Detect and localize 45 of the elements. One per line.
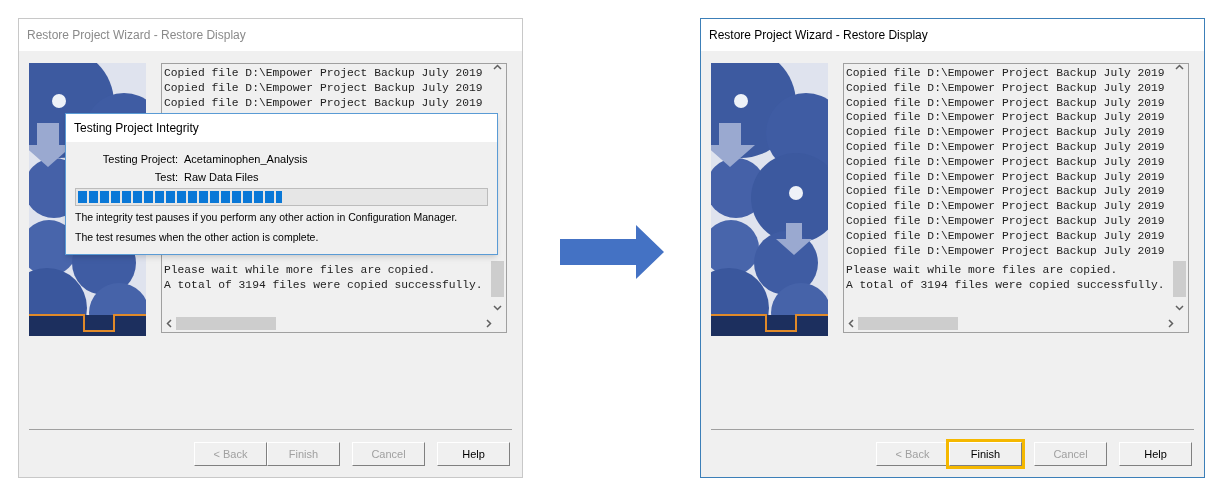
log-line: Copied file D:\Empower Project Backup July 2019: [164, 66, 484, 81]
log-line: Copied file D:\Empower Project Backup July 2019: [846, 184, 1166, 200]
scroll-up-icon[interactable]: [493, 64, 502, 70]
log-line: Copied file D:\Empower Project Backup July 2019: [846, 228, 1166, 244]
scroll-left-icon[interactable]: [848, 319, 854, 328]
dialog-title: Testing Project Integrity: [74, 120, 199, 137]
field-label: Test:: [153, 169, 178, 185]
log-line: Copied file D:\Empower Project Backup July 2019: [846, 80, 1166, 96]
scroll-thumb[interactable]: [176, 317, 276, 330]
log-line: Please wait while more files are copied.: [846, 263, 1119, 279]
log-line: Copied file D:\Empower Project Backup July 2019: [846, 140, 1166, 155]
scroll-right-icon[interactable]: [1168, 319, 1174, 328]
scroll-right-icon[interactable]: [486, 319, 492, 328]
log-line: Copied file D:\Empower Project Backup July 2019: [846, 95, 1166, 111]
log-line: Copied file D:\Empower Project Backup July 2019: [846, 110, 1166, 126]
log-line: Please wait while more files are copied.: [164, 263, 437, 279]
scroll-thumb[interactable]: [858, 317, 958, 330]
log-line: Copied file D:\Empower Project Backup July 2019: [846, 213, 1166, 229]
scroll-left-icon[interactable]: [166, 319, 172, 328]
log-line: Copied file D:\Empower Project Backup July 2019: [846, 125, 1166, 140]
window-title: Restore Project Wizard - Restore Display: [27, 27, 246, 44]
scroll-up-icon[interactable]: [1175, 64, 1184, 70]
log-line: A total of 3194 files were copied successfully.: [164, 278, 484, 293]
field-value: Acetaminophen_Analysis: [184, 151, 308, 167]
log-line: Copied file D:\Empower Project Backup July 2019: [846, 243, 1166, 259]
scroll-down-icon[interactable]: [1175, 305, 1184, 311]
log-line: A total of 3194 files were copied successfully.: [846, 278, 1166, 293]
scroll-down-icon[interactable]: [493, 305, 502, 311]
wizard-button[interactable]: Help: [1119, 442, 1192, 466]
window-title: Restore Project Wizard - Restore Display: [709, 27, 928, 44]
scroll-thumb[interactable]: [491, 261, 504, 297]
dialog-message: The integrity test pauses if you perform any other action in Configuration Manager.: [75, 210, 459, 225]
arrow-icon: [559, 225, 664, 279]
dialog-message: The test resumes when the other action is complete.: [75, 229, 320, 245]
log-line: Copied file D:\Empower Project Backup July 2019: [846, 66, 1166, 81]
wizard-button[interactable]: Finish: [949, 442, 1022, 466]
log-line: Copied file D:\Empower Project Backup July 2019: [846, 169, 1166, 185]
log-line: Copied file D:\Empower Project Backup July 2019: [846, 199, 1166, 214]
wizard-button[interactable]: Help: [437, 442, 510, 466]
field-label: Testing Project:: [101, 151, 178, 167]
field-value: Raw Data Files: [184, 169, 259, 185]
log-line: Copied file D:\Empower Project Backup July 2019: [164, 80, 484, 96]
log-line: Copied file D:\Empower Project Backup July 2019: [846, 154, 1166, 170]
log-line: Copied file D:\Empower Project Backup July 2019: [164, 95, 484, 111]
scroll-thumb[interactable]: [1173, 261, 1186, 297]
